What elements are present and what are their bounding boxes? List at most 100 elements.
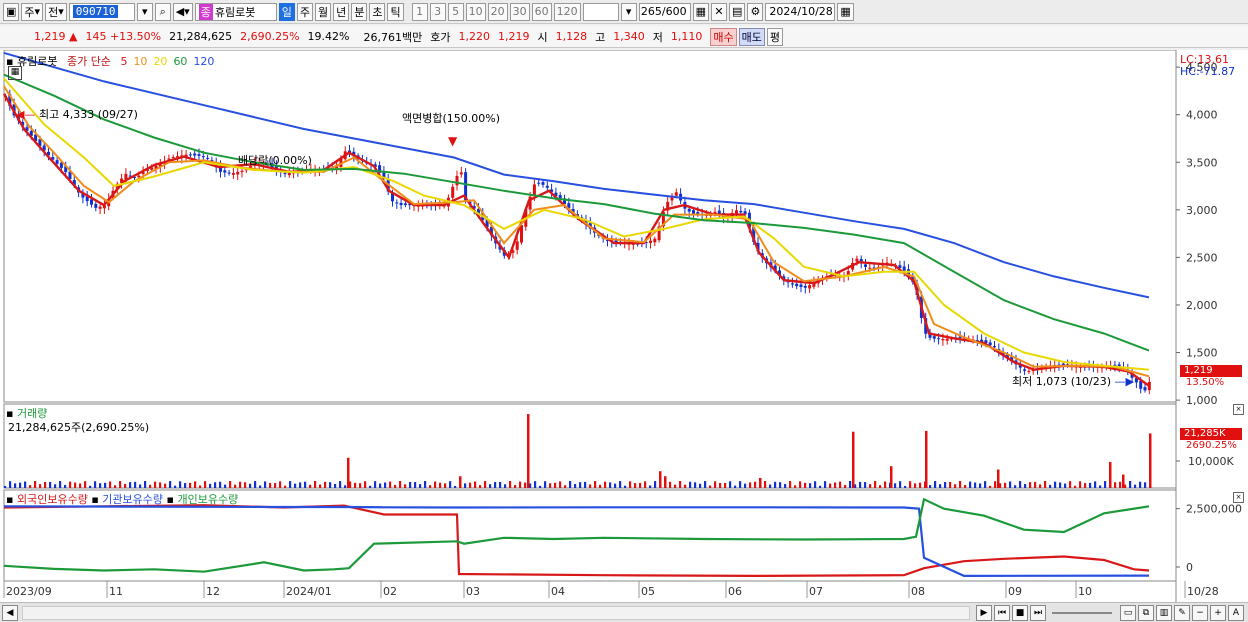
candle-body (932, 336, 936, 339)
interval-tab-30[interactable]: 30 (509, 2, 530, 21)
horizontal-scrollbar[interactable] (22, 605, 970, 620)
code-input[interactable]: 090710 (68, 2, 135, 21)
holdings-legend-icon: ▪ (6, 493, 14, 506)
volume-bar (644, 481, 647, 488)
tools-icon[interactable]: ✎ (1174, 604, 1190, 621)
x-tick-label-1: 11 (109, 585, 123, 598)
interval-tab-60[interactable]: 60 (531, 2, 552, 21)
volume-bar (39, 484, 42, 488)
interval-tab-3[interactable]: 3 (429, 2, 446, 21)
candle-body (653, 238, 657, 243)
prev-button[interactable]: 전 ▾ (45, 2, 67, 21)
price-tick-label-7: 1,000 (1186, 394, 1218, 407)
chart-icon[interactable]: ▥ (1156, 604, 1172, 621)
open-label: 시 (537, 30, 548, 44)
scroll-left-icon[interactable]: ◀ (2, 604, 18, 621)
stock-name-field[interactable]: 종 휴림로봇 (194, 2, 277, 21)
first-icon[interactable]: ⏮ (994, 604, 1010, 621)
interval-tab-20[interactable]: 20 (487, 2, 508, 21)
candle-body (201, 156, 205, 158)
volume-bar (624, 485, 627, 488)
volume-spike-10 (1109, 461, 1112, 488)
candle-body (227, 172, 231, 174)
volume-spike-1 (459, 476, 462, 488)
interval-tab-120[interactable]: 120 (553, 2, 581, 21)
calendar-icon[interactable]: ▦ (837, 2, 854, 21)
period-tab-2[interactable]: 월 (314, 2, 332, 21)
pct-tag: 13.50% (1186, 377, 1225, 388)
speaker-icon[interactable]: ◀▾ (172, 2, 193, 21)
volume-bar (129, 482, 132, 488)
last-icon[interactable]: ⏭ (1030, 604, 1046, 621)
volume-bar (739, 481, 742, 488)
period-tabs: 일주월년분초틱 (278, 2, 406, 21)
volume-bar (519, 481, 522, 488)
high-value: 1,340 (613, 30, 645, 43)
interval-custom-input[interactable] (582, 2, 619, 21)
period-tab-4[interactable]: 분 (351, 2, 368, 21)
font-icon[interactable]: A (1228, 604, 1244, 621)
copy-icon[interactable]: ⧉ (1138, 604, 1154, 621)
code-dropdown[interactable]: ▾ (136, 2, 153, 21)
period-tab-5[interactable]: 초 (369, 2, 386, 21)
code-value: 090710 (72, 5, 119, 18)
interval-dropdown[interactable]: ▾ (620, 2, 637, 21)
volume-bar (514, 484, 517, 488)
holdings-close-icon[interactable]: × (1233, 492, 1244, 503)
date-input[interactable]: 2024/10/28 (765, 2, 836, 21)
holding-line-1 (3, 505, 1150, 578)
candle-body (739, 210, 743, 213)
volume-bar (1039, 484, 1042, 488)
period-tab-1[interactable]: 주 (296, 2, 313, 21)
volume-bar (1004, 482, 1007, 488)
period-prefix-select[interactable]: 주 ▾ (21, 2, 44, 21)
chart-area[interactable]: 4,500 4,000 3,500 3,000 2,500 2,000 1,500 1,000… (0, 49, 1248, 602)
count-input[interactable]: 265/600 (638, 2, 691, 21)
zoom-slider[interactable] (1052, 611, 1112, 614)
stop-icon[interactable]: ■ (1012, 604, 1028, 621)
volume-bar (219, 481, 222, 488)
search-icon[interactable]: ⌕ (154, 2, 171, 21)
buy-label: 매수 (713, 30, 734, 44)
candle-body (515, 241, 519, 250)
volume-close-icon[interactable]: × (1233, 404, 1244, 415)
tools-icon[interactable]: ✕ (710, 2, 727, 21)
period-tab-6[interactable]: 틱 (387, 2, 404, 21)
window-icon[interactable]: ▣ (3, 2, 20, 21)
interval-tab-1[interactable]: 1 (411, 2, 428, 21)
price-legend: ▪ 휴림로봇 종가 단순 5 10 20 60 120 (6, 53, 214, 69)
high-annotation: ◀— 최고 4,333 (09/27) (16, 106, 138, 122)
chart-svg[interactable]: 4,5004,0003,5003,0002,5002,0001,5001,000… (0, 49, 1248, 602)
gear-icon[interactable]: ⚙ (747, 2, 764, 21)
zoom-out-icon[interactable]: − (1192, 604, 1208, 621)
table-icon[interactable]: ▦ (8, 66, 22, 80)
scroll-right-icon[interactable]: ▶ (976, 604, 992, 621)
volume-bar (909, 481, 912, 488)
volume-bar (184, 483, 187, 488)
candle-body (1023, 369, 1027, 371)
period-tab-0[interactable]: 일 (278, 2, 295, 21)
layout-icon[interactable]: ▭ (1120, 604, 1136, 621)
candle-body (532, 184, 536, 196)
save-icon[interactable]: ▤ (728, 2, 746, 21)
ma-line-20 (3, 77, 1150, 371)
sell-button[interactable]: 매도 (738, 27, 765, 46)
interval-tab-5[interactable]: 5 (447, 2, 464, 21)
buy-button[interactable]: 매수 (710, 27, 737, 46)
volume-bar (1019, 481, 1022, 488)
volume-bar (1079, 481, 1082, 488)
zoom-in-icon[interactable]: + (1210, 604, 1226, 621)
eval-button[interactable]: 평 (766, 27, 783, 46)
price-tag: 1,219 (1180, 365, 1242, 377)
volume-bar (314, 481, 317, 488)
volume-bar (1139, 481, 1142, 488)
volume-spike-8 (925, 430, 928, 488)
volume-bar (194, 481, 197, 488)
current-price: 1,219 ▲ (34, 30, 78, 43)
legend-institution: 기관보유수량 (102, 493, 164, 506)
period-tab-3[interactable]: 년 (333, 2, 350, 21)
candle-body (545, 185, 549, 188)
grid-icon[interactable]: ▦ (692, 2, 709, 21)
interval-tab-10[interactable]: 10 (465, 2, 486, 21)
volume-bar (864, 482, 867, 488)
